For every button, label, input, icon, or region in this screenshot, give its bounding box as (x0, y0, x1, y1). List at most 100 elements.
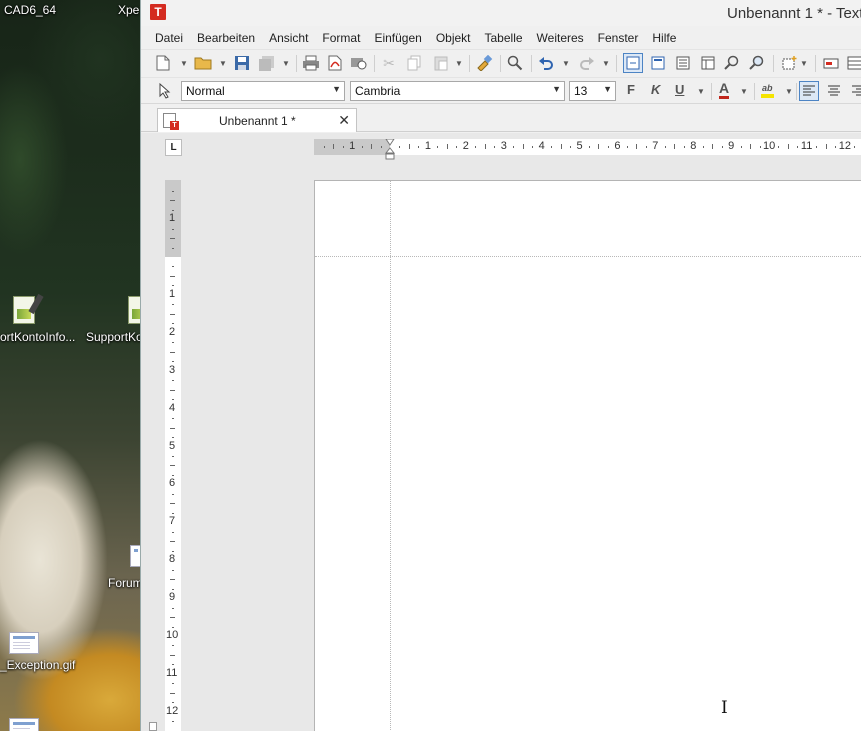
save-all-icon[interactable] (257, 53, 277, 73)
toolbar-separator (469, 55, 470, 72)
zoom-fit-icon[interactable] (747, 53, 767, 73)
ruler-tick (172, 607, 174, 609)
menu-tabelle[interactable]: Tabelle (478, 27, 530, 48)
ruler-tick (825, 144, 827, 149)
align-left-icon[interactable] (799, 81, 819, 101)
gif-image-icon[interactable] (9, 718, 39, 731)
align-center-icon[interactable] (824, 81, 844, 101)
master-page-view-icon[interactable] (698, 53, 718, 73)
undo-icon[interactable] (536, 53, 556, 73)
font-color-dropdown-icon[interactable]: ▼ (739, 81, 749, 101)
search-icon[interactable] (505, 53, 525, 73)
desktop-icon-label[interactable]: _Exception.gif (0, 658, 75, 672)
menu-fenster[interactable]: Fenster (591, 27, 646, 48)
save-icon[interactable] (232, 53, 252, 73)
toolbar-separator (773, 55, 774, 72)
paste-dropdown-icon[interactable]: ▼ (454, 53, 464, 73)
document-icon[interactable] (130, 545, 140, 567)
ruler-tick (323, 146, 325, 148)
desktop-icon-label[interactable]: Forum (108, 576, 140, 590)
menu-bearbeiten[interactable]: Bearbeiten (190, 27, 262, 48)
align-right-icon[interactable] (848, 81, 861, 101)
open-folder-icon[interactable] (193, 53, 213, 73)
print-icon[interactable] (301, 53, 321, 73)
page-view-icon[interactable] (648, 53, 668, 73)
horizontal-ruler[interactable]: 1 1 2 3 4 5 6 7 8 9 10 11 12 (314, 139, 861, 160)
font-color-button[interactable]: A (719, 80, 730, 99)
ruler-tick (170, 579, 175, 581)
outline-view-icon[interactable] (673, 53, 693, 73)
ruler-tick (446, 144, 448, 149)
italic-button[interactable]: K (651, 82, 660, 97)
indent-marker-icon[interactable] (385, 139, 395, 161)
ruler-tick (645, 146, 647, 148)
title-bar[interactable]: T Unbenannt 1 * - Text (141, 0, 861, 26)
ruler-tick (408, 144, 410, 149)
desktop-background: CAD6_64 Xpe ortKontoInfo... SupportKo Fo… (0, 0, 140, 731)
ruler-tick (484, 144, 486, 149)
insert-table-icon[interactable] (845, 53, 861, 73)
cut-icon[interactable]: ✂ (379, 53, 399, 73)
tab-stop-type-button[interactable]: L (165, 139, 182, 156)
desktop-icon-label[interactable]: ortKontoInfo... (0, 330, 75, 344)
gif-image-icon[interactable] (9, 632, 39, 654)
copy-icon[interactable] (404, 53, 424, 73)
select-object-cursor-icon[interactable] (155, 81, 175, 101)
ruler-tick (333, 144, 335, 149)
menu-ansicht[interactable]: Ansicht (262, 27, 315, 48)
print-preview-icon[interactable] (349, 53, 369, 73)
underline-button[interactable]: U (675, 82, 684, 97)
menu-einfuegen[interactable]: Einfügen (367, 27, 428, 48)
ruler-tick (418, 146, 420, 148)
ruler-tick (172, 550, 174, 552)
app-logo-icon[interactable]: T (150, 4, 166, 20)
undo-dropdown-icon[interactable]: ▼ (561, 53, 571, 73)
menu-objekt[interactable]: Objekt (429, 27, 478, 48)
insert-field-icon[interactable] (821, 53, 841, 73)
bold-button[interactable]: F (627, 82, 635, 97)
desktop-label-cad6[interactable]: CAD6_64 (4, 3, 56, 17)
redo-dropdown-icon[interactable]: ▼ (601, 53, 611, 73)
font-select[interactable]: Cambria ▼ (350, 81, 565, 101)
excel-shortcut-icon[interactable] (126, 296, 140, 326)
new-dropdown-icon[interactable]: ▼ (179, 53, 189, 73)
menu-format[interactable]: Format (315, 27, 367, 48)
document-tab[interactable]: Unbenannt 1 * ✕ (157, 108, 357, 132)
toolbar-separator (754, 83, 755, 100)
ruler-tick (797, 146, 799, 148)
zoom-icon[interactable] (722, 53, 742, 73)
ruler-tick (532, 146, 534, 148)
menu-hilfe[interactable]: Hilfe (645, 27, 683, 48)
ruler-tick (560, 144, 562, 149)
underline-dropdown-icon[interactable]: ▼ (696, 81, 706, 101)
insert-frame-icon[interactable] (779, 53, 799, 73)
ruler-tick (172, 304, 174, 306)
open-dropdown-icon[interactable]: ▼ (218, 53, 228, 73)
paste-icon[interactable] (431, 53, 451, 73)
ruler-tick (172, 588, 174, 590)
menu-weiteres[interactable]: Weiteres (530, 27, 591, 48)
excel-shortcut-icon[interactable] (11, 293, 44, 326)
document-work-area: L 1 1 2 3 4 5 6 7 8 9 10 11 12 1 1 2 3 4 5 6 7 8 9 10 11 12 I (141, 133, 861, 731)
highlight-dropdown-icon[interactable]: ▼ (784, 81, 794, 101)
ruler-tick (778, 146, 780, 148)
paragraph-style-select[interactable]: Normal ▼ (181, 81, 345, 101)
highlight-button[interactable]: ab (761, 83, 774, 98)
font-size-select[interactable]: 13 ▼ (569, 81, 616, 101)
redo-icon[interactable] (577, 53, 597, 73)
document-page[interactable]: I (314, 180, 861, 731)
vertical-ruler[interactable]: 1 1 2 3 4 5 6 7 8 9 10 11 12 (165, 180, 181, 731)
insert-frame-dropdown-icon[interactable]: ▼ (799, 53, 809, 73)
normal-view-icon[interactable] (623, 53, 643, 73)
new-document-icon[interactable] (153, 53, 173, 73)
export-pdf-icon[interactable] (325, 53, 345, 73)
desktop-icon-label[interactable]: SupportKo (86, 330, 140, 344)
menu-datei[interactable]: Datei (141, 27, 190, 48)
ruler-tick (854, 146, 856, 148)
format-painter-icon[interactable] (474, 53, 494, 73)
textmaker-window: T Unbenannt 1 * - Text Datei Bearbeiten … (140, 0, 861, 731)
save-dropdown-icon[interactable]: ▼ (281, 53, 291, 73)
close-icon[interactable]: ✕ (338, 112, 350, 129)
desktop-label-xpe[interactable]: Xpe (118, 3, 139, 17)
scroll-handle[interactable] (149, 722, 157, 731)
